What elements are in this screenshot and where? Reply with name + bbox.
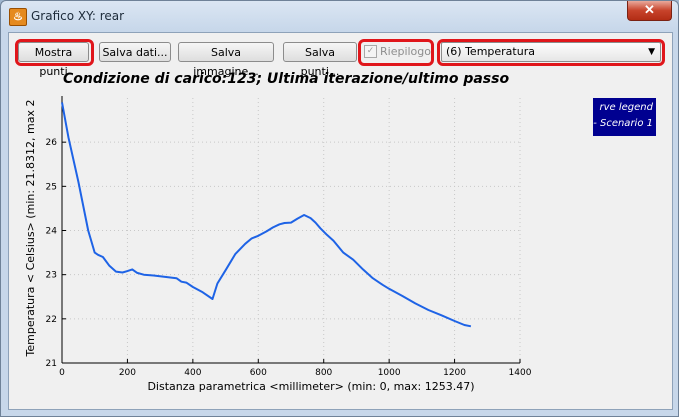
x-tick-label: 400 <box>184 368 201 378</box>
y-tick-label: 24 <box>46 227 58 237</box>
legend-title: rve legend <box>599 102 653 113</box>
x-tick-label: 1000 <box>378 368 401 378</box>
window-title: Grafico XY: rear <box>31 9 125 23</box>
x-tick-label: 1400 <box>509 368 532 378</box>
x-tick-label: 0 <box>59 368 65 378</box>
x-tick-label: 600 <box>250 368 267 378</box>
y-tick-label: 23 <box>46 271 57 281</box>
y-tick-label: 25 <box>46 182 57 192</box>
app-icon: ♨ <box>9 8 27 26</box>
line-chart: 0 200 400 600 800 1000 1200 1400 21 22 23 24 25 26 Dis… <box>24 96 532 393</box>
x-tick-label: 200 <box>119 368 136 378</box>
y-tick-label: 21 <box>46 359 57 369</box>
y-tick-label: 22 <box>46 315 57 325</box>
y-axis-label: Temperatura < Celsius> (min: 21.8312, ma… <box>24 100 37 358</box>
x-axis-label: Distanza parametrica <millimeter> (min: … <box>147 380 474 393</box>
legend-series-label: - Scenario 1 <box>593 118 653 129</box>
x-tick-label: 1200 <box>443 368 466 378</box>
chart-panel: Mostra punti Salva dati... Salva immagin… <box>8 32 673 410</box>
chart-legend: rve legend - Scenario 1 <box>593 98 656 136</box>
y-tick-label: 26 <box>46 138 58 148</box>
x-tick-label: 800 <box>315 368 332 378</box>
app-window: ♨ Grafico XY: rear ✕ Mostra punti Salva … <box>0 0 679 417</box>
title-bar: ♨ Grafico XY: rear ✕ <box>1 1 678 31</box>
series-line <box>61 102 472 328</box>
close-button[interactable]: ✕ <box>627 1 672 21</box>
